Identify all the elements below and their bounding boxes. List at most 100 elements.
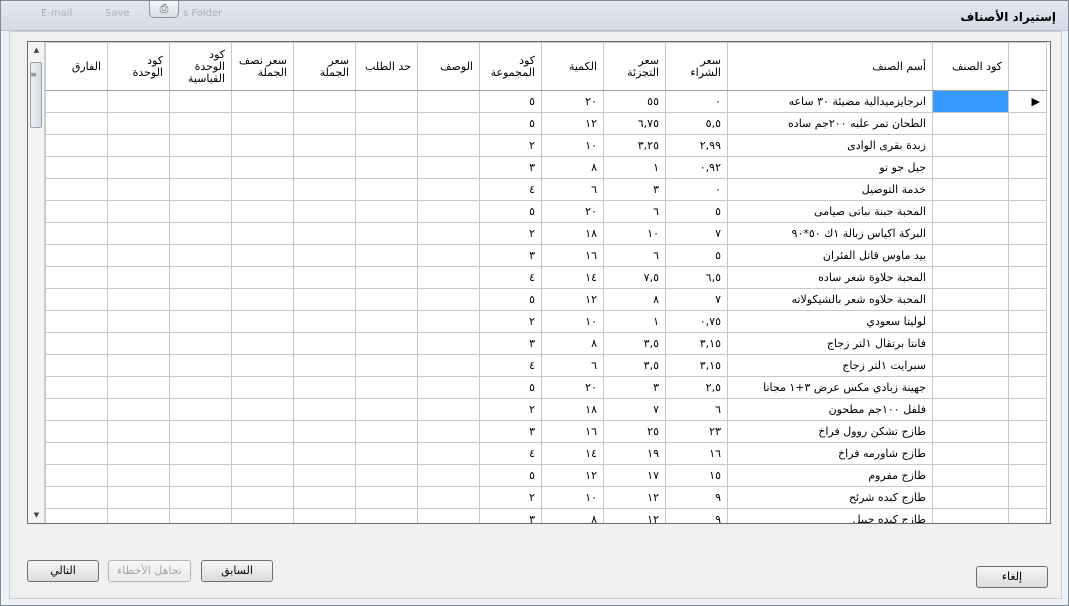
column-header[interactable]: كود الوحدة القياسية — [169, 42, 232, 91]
grid-cell[interactable] — [293, 200, 356, 223]
grid-cell[interactable] — [107, 376, 170, 399]
column-header[interactable]: سعر نصف الجملة — [231, 42, 294, 91]
grid-cell[interactable] — [932, 112, 1009, 135]
row-indicator[interactable] — [1008, 442, 1047, 465]
grid-cell[interactable] — [45, 332, 108, 355]
grid-cell[interactable] — [355, 244, 418, 267]
grid-cell[interactable]: ٣ — [479, 508, 542, 523]
grid-cell[interactable]: انرجايزميدالية مضيئة ٣٠ ساعه — [727, 90, 933, 113]
table-row[interactable]: المحبة حلاوه شعر بالشيكولاته ٧ ٨ ١٢ ٥ — [45, 288, 1047, 311]
table-row[interactable]: جهينة زبادي مكس عرض ٣+١ مجانا ٢,٥ ٣ ٢٠ ٥ — [45, 376, 1047, 399]
grid-cell[interactable] — [107, 112, 170, 135]
grid-cell[interactable] — [293, 464, 356, 487]
grid-cell[interactable]: ٢٠ — [541, 376, 604, 399]
grid-cell[interactable] — [355, 442, 418, 465]
grid-cell[interactable] — [355, 134, 418, 157]
grid-cell[interactable] — [107, 200, 170, 223]
grid-cell[interactable] — [107, 156, 170, 179]
row-indicator[interactable] — [1008, 266, 1047, 289]
grid-cell[interactable]: ٢,٩٩ — [665, 134, 728, 157]
grid-cell[interactable] — [932, 200, 1009, 223]
grid-cell[interactable] — [231, 332, 294, 355]
table-row[interactable]: ▶ انرجايزميدالية مضيئة ٣٠ ساعه ٠ ٥٥ ٢٠ ٥ — [45, 90, 1047, 113]
grid-cell[interactable]: ٥ — [479, 112, 542, 135]
grid-cell[interactable] — [45, 420, 108, 443]
scroll-up-icon[interactable]: ▲ — [28, 42, 45, 58]
grid-cell[interactable]: ١٨ — [541, 222, 604, 245]
grid-cell[interactable] — [107, 398, 170, 421]
table-row[interactable]: طازج شاورمه فراخ ١٦ ١٩ ١٤ ٤ — [45, 442, 1047, 465]
grid-cell[interactable] — [107, 178, 170, 201]
grid-cell[interactable] — [107, 442, 170, 465]
grid-cell[interactable]: ٩ — [665, 508, 728, 523]
table-row[interactable]: خدمة التوصيل ٠ ٣ ٦ ٤ — [45, 178, 1047, 201]
grid-cell[interactable] — [107, 310, 170, 333]
grid-cell[interactable] — [231, 244, 294, 267]
grid-cell[interactable] — [107, 222, 170, 245]
grid-cell[interactable] — [417, 442, 480, 465]
row-indicator[interactable] — [1008, 134, 1047, 157]
grid-cell[interactable]: لوليتا سعودي — [727, 310, 933, 333]
grid-cell[interactable]: ٤ — [479, 178, 542, 201]
grid-cell[interactable]: ٧ — [665, 222, 728, 245]
row-indicator[interactable] — [1008, 508, 1047, 523]
grid-cell[interactable] — [355, 156, 418, 179]
grid-cell[interactable]: ٢,٥ — [665, 376, 728, 399]
grid-cell[interactable] — [45, 112, 108, 135]
grid-cell[interactable] — [107, 266, 170, 289]
grid-cell[interactable]: ١٢ — [603, 508, 666, 523]
grid-cell[interactable]: ٩ — [665, 486, 728, 509]
grid-cell[interactable]: المحبة حلاوة شعر ساده — [727, 266, 933, 289]
grid-cell[interactable] — [355, 332, 418, 355]
row-indicator[interactable] — [1008, 354, 1047, 377]
grid-cell[interactable] — [107, 134, 170, 157]
grid-cell[interactable] — [932, 310, 1009, 333]
grid-cell[interactable] — [293, 398, 356, 421]
grid-cell[interactable] — [107, 288, 170, 311]
grid-cell[interactable] — [45, 134, 108, 157]
vertical-scrollbar[interactable]: ▲ ≡ ▼ — [28, 42, 45, 523]
grid-cell[interactable] — [45, 266, 108, 289]
grid-cell[interactable]: خدمة التوصيل — [727, 178, 933, 201]
column-header[interactable]: حد الطلب — [355, 42, 418, 91]
grid-cell[interactable] — [231, 508, 294, 523]
table-row[interactable]: طازج كبده جبيل ٩ ١٢ ٨ ٣ — [45, 508, 1047, 523]
grid-cell[interactable]: ٥ — [479, 200, 542, 223]
grid-cell[interactable]: ٥٥ — [603, 90, 666, 113]
grid-cell[interactable] — [355, 178, 418, 201]
grid-cell[interactable]: طازج كبده جبيل — [727, 508, 933, 523]
row-indicator[interactable] — [1008, 464, 1047, 487]
row-indicator[interactable] — [1008, 112, 1047, 135]
table-row[interactable]: جيل جو تو ٠,٩٢ ١ ٨ ٣ — [45, 156, 1047, 179]
grid-cell[interactable] — [45, 442, 108, 465]
items-grid[interactable]: ▲ ≡ ▼ كود الصنف أسم الصنف سعر الشراء سعر… — [27, 41, 1051, 524]
grid-cell[interactable] — [169, 332, 232, 355]
grid-cell[interactable] — [293, 178, 356, 201]
grid-cell[interactable] — [45, 310, 108, 333]
grid-cell[interactable] — [45, 508, 108, 523]
grid-cell[interactable]: فانتا برتقال ١لتر زجاج — [727, 332, 933, 355]
grid-cell[interactable]: ١٢ — [541, 464, 604, 487]
table-row[interactable]: فلفل ١٠٠جم مطحون ٦ ٧ ١٨ ٢ — [45, 398, 1047, 421]
grid-cell[interactable] — [231, 464, 294, 487]
row-indicator[interactable] — [1008, 222, 1047, 245]
grid-cell[interactable] — [293, 156, 356, 179]
grid-cell[interactable] — [231, 442, 294, 465]
grid-cell[interactable]: زبدة بقرى الوادى — [727, 134, 933, 157]
grid-cell[interactable]: ١٠ — [541, 486, 604, 509]
grid-cell[interactable]: ٥ — [479, 376, 542, 399]
grid-cell[interactable]: ٣,٢٥ — [603, 134, 666, 157]
grid-cell[interactable]: ٨ — [541, 156, 604, 179]
grid-cell[interactable] — [231, 134, 294, 157]
grid-cell[interactable] — [932, 178, 1009, 201]
grid-cell[interactable] — [417, 398, 480, 421]
grid-cell[interactable]: ٠,٧٥ — [665, 310, 728, 333]
grid-cell[interactable]: ١٠ — [603, 222, 666, 245]
grid-cell[interactable] — [932, 354, 1009, 377]
previous-button[interactable]: السابق — [201, 560, 273, 582]
grid-cell[interactable] — [107, 90, 170, 113]
grid-cell[interactable]: ٢ — [479, 310, 542, 333]
column-header[interactable]: الفارق — [45, 42, 108, 91]
grid-cell[interactable]: ١٦ — [541, 420, 604, 443]
column-header[interactable]: الكمية — [541, 42, 604, 91]
